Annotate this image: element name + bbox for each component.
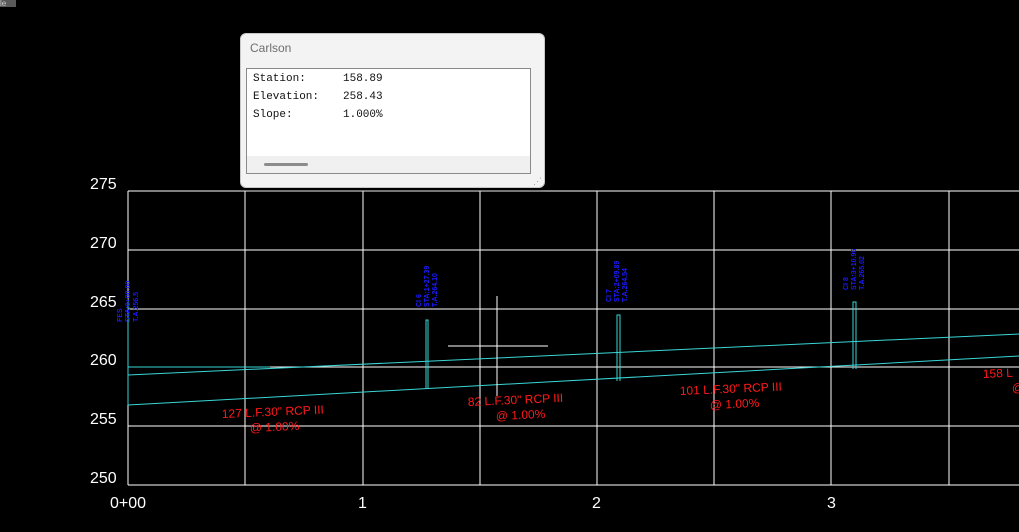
elevation-row: Elevation: 258.43 [253, 91, 383, 103]
station-label: Station: [253, 73, 306, 85]
y-tick-label: 265 [90, 294, 117, 311]
structure-ci6 [425, 319, 429, 389]
info-panel: Station: 158.89 Elevation: 258.43 Slope: 1.… [246, 68, 531, 174]
slope-value: 1.000% [343, 109, 383, 121]
resize-grip-icon[interactable]: ⋰ [533, 177, 542, 186]
carlson-info-dialog[interactable]: Carlson Station: 158.89 Elevation: 258.43 … [240, 33, 545, 188]
y-tick-label: 270 [90, 235, 117, 252]
structure-label: T.A.264.54 [622, 268, 629, 302]
structure-ci7 [616, 314, 621, 381]
pipe-slope-label: @ 1.00% [496, 407, 546, 423]
pipe-label: 101 L.F.30" RCP III [680, 380, 783, 398]
elevation-label: Elevation: [253, 91, 320, 103]
station-value: 158.89 [343, 73, 383, 85]
structure-label: STA:3+10.96 [851, 249, 858, 290]
dialog-title: Carlson [250, 41, 292, 55]
structure-label: T.A.264.10 [432, 273, 439, 307]
structure-label: STA:1+27.39 [424, 266, 431, 307]
station-row: Station: 158.89 [253, 73, 383, 85]
x-tick-label: 1 [358, 495, 367, 512]
y-tick-label: 275 [90, 176, 117, 193]
structure-label: STA:0+00.00 [125, 281, 132, 322]
profile-grid [127, 190, 1019, 486]
scrollbar-thumb[interactable] [264, 163, 308, 166]
pipe-slope-label: @ 1.00% [710, 396, 760, 412]
slope-label: Slope: [253, 109, 293, 121]
pipe-label: 127 L.F.30" RCP III [222, 403, 325, 421]
pipe-label: 158 L [983, 366, 1014, 381]
structure-label: T.A.256.5 [133, 292, 140, 322]
elevation-value: 258.43 [343, 91, 383, 103]
structure-label: STA:2+09.89 [614, 261, 621, 302]
structure-label: CI 6 [416, 294, 423, 307]
slope-row: Slope: 1.000% [253, 109, 383, 121]
structure-label: FES [117, 308, 124, 322]
pipe-slope-label: @ [1012, 380, 1019, 395]
structure-label: T.A.265.02 [859, 256, 866, 290]
pipe-crown-line [127, 333, 1019, 376]
structure-label: CI 8 [843, 277, 850, 290]
corner-tab[interactable]: le [0, 0, 16, 7]
x-tick-label: 0+00 [110, 495, 146, 512]
pipe-invert-line [127, 355, 1019, 406]
y-tick-label: 260 [90, 352, 117, 369]
pipe-network[interactable] [127, 300, 1019, 406]
pipe-slope-label: @ 1.00% [250, 419, 300, 435]
y-tick-label: 255 [90, 411, 117, 428]
x-tick-label: 3 [827, 495, 836, 512]
structure-label: CI 7 [606, 289, 613, 302]
y-tick-label: 250 [90, 470, 117, 487]
crosshair-cursor [448, 296, 548, 396]
horizontal-scrollbar[interactable] [247, 156, 530, 173]
x-tick-label: 2 [592, 495, 601, 512]
structure-ci8 [852, 301, 857, 369]
pipe-label: 82 L.F.30" RCP III [468, 391, 564, 409]
